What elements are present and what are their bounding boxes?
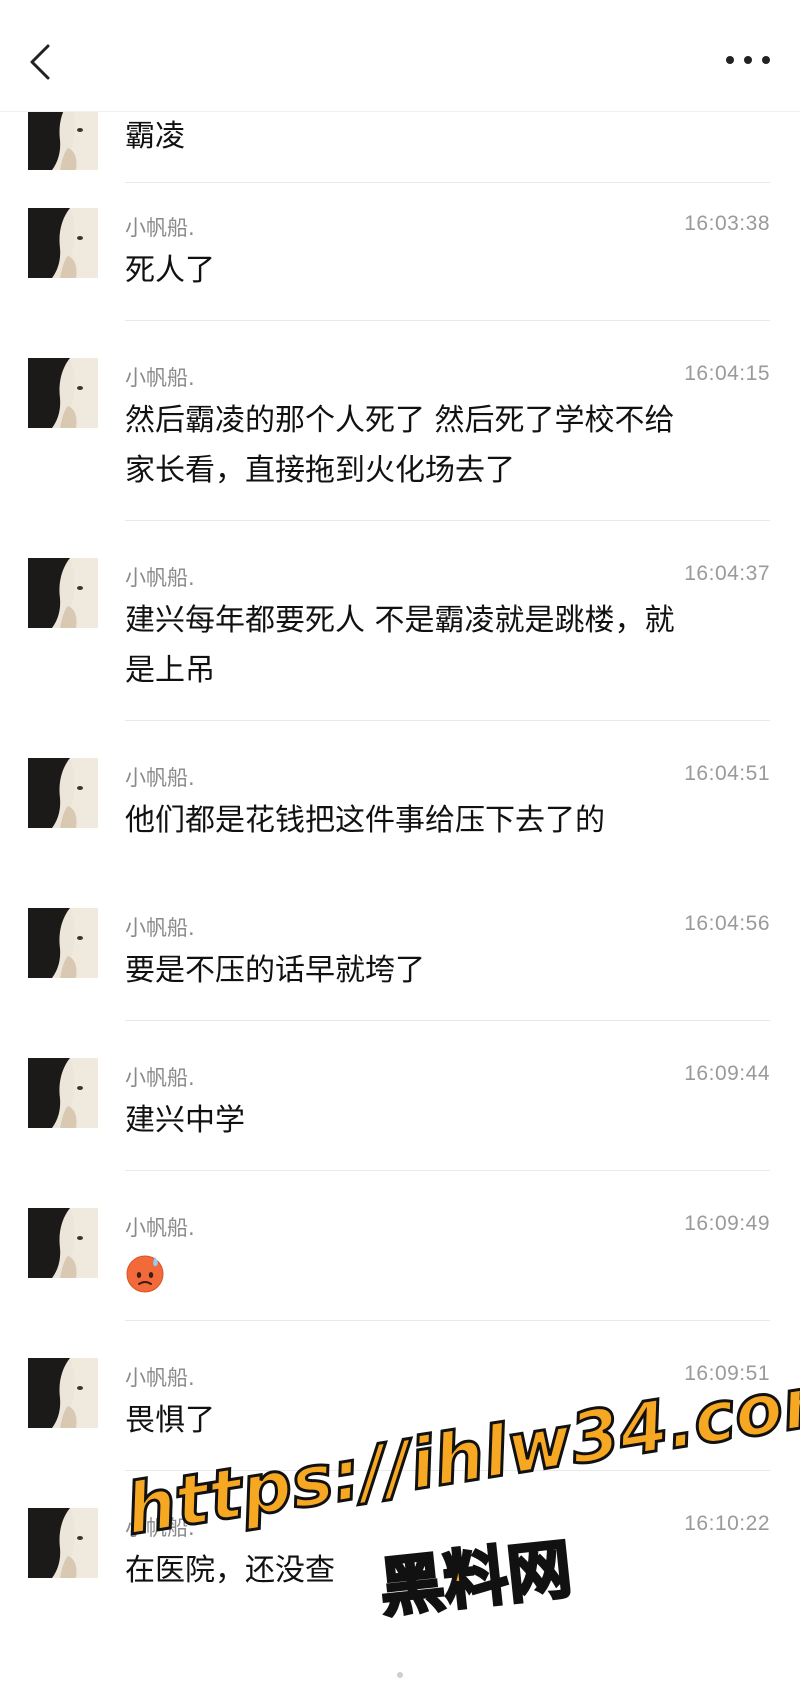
avatar[interactable] [28,358,98,428]
message-time: 16:04:51 [684,762,770,785]
message-time: 16:10:22 [684,1512,770,1535]
top-bar [0,0,800,112]
message-text-line: 建兴每年都要死人 不是霸凌就是跳楼，就 [125,603,675,638]
message-text: 霸凌 [125,119,185,154]
sender-name: 小帆船. [125,916,195,940]
message-time: 16:09:51 [684,1362,770,1385]
message-time: 16:04:56 [684,912,770,935]
cold-sweat-face-emoji-icon [125,1253,165,1293]
message-time: 16:03:38 [684,212,770,235]
sender-name: 小帆船. [125,216,195,240]
message-time: 16:04:37 [684,562,770,585]
message-text-line: 家长看，直接拖到火化场去了 [125,453,515,488]
message-text: 他们都是花钱把这件事给压下去了的 [125,803,605,838]
divider [125,1020,770,1021]
divider [125,182,770,183]
divider [125,720,770,721]
avatar[interactable] [28,558,98,628]
scroll-indicator [397,1672,403,1678]
message-text: 建兴每年都要死人 不是霸凌就是跳楼，就 是上吊 [125,596,765,696]
divider [125,320,770,321]
avatar[interactable] [28,112,98,170]
message-time: 16:09:44 [684,1062,770,1085]
message-text-line: 然后霸凌的那个人死了 然后死了学校不给 [125,403,675,438]
chat-history-list[interactable]: 霸凌 小帆船. 16:03:38 死人了 小帆船. 16:04:15 然后霸凌的… [0,112,800,1691]
sender-name: 小帆船. [125,1216,195,1240]
message-text: 建兴中学 [125,1103,245,1138]
more-horizontal-icon[interactable] [722,48,774,72]
divider [125,1470,770,1471]
message-text: 然后霸凌的那个人死了 然后死了学校不给 家长看，直接拖到火化场去了 [125,396,765,496]
divider [125,520,770,521]
divider [125,1170,770,1171]
chevron-left-icon[interactable] [26,42,62,82]
sender-name: 小帆船. [125,766,195,790]
divider [125,1320,770,1321]
sender-name: 小帆船. [125,366,195,390]
sender-name: 小帆船. [125,1366,195,1390]
message-time: 16:09:49 [684,1212,770,1235]
sender-name: 小帆船. [125,566,195,590]
message-time: 16:04:15 [684,362,770,385]
avatar[interactable] [28,1508,98,1578]
avatar[interactable] [28,1358,98,1428]
message-text: 死人了 [125,253,215,288]
sender-name: 小帆船. [125,1516,195,1540]
message-text: 畏惧了 [125,1403,215,1438]
message-text: 在医院，还没查 [125,1553,335,1588]
message-text: 要是不压的话早就垮了 [125,953,425,988]
avatar[interactable] [28,908,98,978]
avatar[interactable] [28,208,98,278]
avatar[interactable] [28,1208,98,1278]
sender-name: 小帆船. [125,1066,195,1090]
avatar[interactable] [28,1058,98,1128]
message-text-line: 是上吊 [125,653,215,688]
avatar[interactable] [28,758,98,828]
